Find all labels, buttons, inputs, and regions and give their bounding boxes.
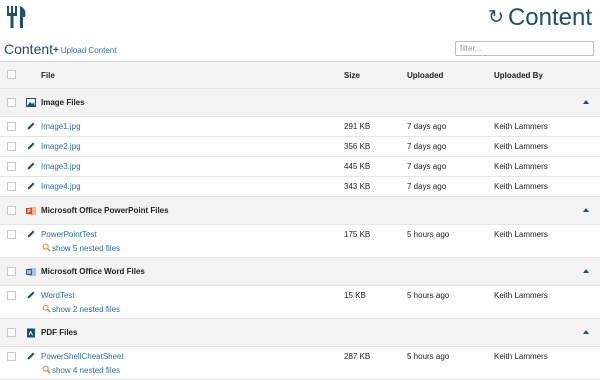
pencil-icon[interactable] <box>26 351 36 361</box>
file-link[interactable]: Image1.jpg <box>41 122 81 131</box>
nested-files-label: show 5 nested files <box>52 244 121 253</box>
pencil-icon[interactable] <box>26 161 36 171</box>
pencil-icon[interactable] <box>26 290 36 300</box>
page-title: ↻ Content <box>488 3 592 33</box>
pdf-icon <box>26 328 36 338</box>
uploaded-by: Keith Lammers <box>494 230 548 239</box>
row-checkbox[interactable] <box>7 352 16 361</box>
collapse-caret-icon[interactable] <box>583 100 589 104</box>
table-row[interactable]: PowerPointTest 175 KB 5 hours ago Keith Lam… <box>0 225 600 258</box>
uploaded-time: 7 days ago <box>407 122 447 131</box>
file-link[interactable]: Image3.jpg <box>41 162 81 171</box>
show-nested-files-link[interactable]: show 2 nested files <box>42 304 120 314</box>
sync-icon[interactable]: ↻ <box>488 7 504 28</box>
row-checkbox[interactable] <box>7 142 16 151</box>
row-checkbox[interactable] <box>7 162 16 171</box>
uploaded-by: Keith Lammers <box>494 352 548 361</box>
collapse-caret-icon[interactable] <box>583 330 589 334</box>
group-checkbox[interactable] <box>7 267 16 276</box>
image-icon <box>26 98 36 107</box>
file-size: 356 KB <box>344 142 371 151</box>
uploaded-by: Keith Lammers <box>494 182 548 191</box>
plus-icon: + <box>53 45 59 56</box>
collapse-caret-icon[interactable] <box>583 269 589 273</box>
table-header-row: File Size Uploaded Uploaded By <box>0 62 600 89</box>
powerpoint-icon: P <box>26 206 36 215</box>
collapse-caret-icon[interactable] <box>583 208 589 212</box>
uploaded-time: 5 hours ago <box>407 352 450 361</box>
upload-content-label: Upload Content <box>60 46 117 55</box>
column-header-uploaded-by[interactable]: Uploaded By <box>494 71 543 80</box>
content-table: File Size Uploaded Uploaded By Image Fil… <box>0 61 600 380</box>
top-bar: ↻ Content <box>0 0 600 38</box>
table-row[interactable]: Image3.jpg 445 KB 7 days ago Keith Lammers <box>0 157 600 177</box>
row-checkbox[interactable] <box>7 230 16 239</box>
pencil-icon[interactable] <box>26 181 36 191</box>
column-header-file[interactable]: File <box>41 71 55 80</box>
magnifier-icon <box>42 304 51 313</box>
uploaded-time: 7 days ago <box>407 142 447 151</box>
group-name: PDF Files <box>41 328 78 337</box>
column-header-size[interactable]: Size <box>344 71 360 80</box>
table-row[interactable]: PowerShellCheatSheet 287 KB 5 hours ago Kei… <box>0 347 600 380</box>
svg-text:W: W <box>27 270 32 276</box>
uploaded-by: Keith Lammers <box>494 122 548 131</box>
row-checkbox[interactable] <box>7 122 16 131</box>
nested-files-label: show 4 nested files <box>52 366 121 375</box>
filter-input[interactable] <box>455 41 594 56</box>
pencil-icon[interactable] <box>26 229 36 239</box>
uploaded-time: 5 hours ago <box>407 291 450 300</box>
column-header-uploaded[interactable]: Uploaded <box>407 71 443 80</box>
select-all-checkbox[interactable] <box>7 70 16 79</box>
file-link[interactable]: PowerShellCheatSheet <box>41 352 124 361</box>
group-row[interactable]: PDF Files <box>0 319 600 347</box>
group-checkbox[interactable] <box>7 98 16 107</box>
group-name: Microsoft Office PowerPoint Files <box>41 206 169 215</box>
pencil-icon[interactable] <box>26 121 36 131</box>
uploaded-time: 7 days ago <box>407 182 447 191</box>
file-link[interactable]: Image4.jpg <box>41 182 81 191</box>
file-size: 445 KB <box>344 162 371 171</box>
magnifier-icon <box>42 365 51 374</box>
file-link[interactable]: PowerPointTest <box>41 230 97 239</box>
show-nested-files-link[interactable]: show 5 nested files <box>42 243 120 253</box>
row-checkbox[interactable] <box>7 182 16 191</box>
uploaded-time: 5 hours ago <box>407 230 450 239</box>
group-row[interactable]: Image Files <box>0 89 600 117</box>
file-size: 291 KB <box>344 122 371 131</box>
fork-knife-icon[interactable] <box>6 5 28 29</box>
group-name: Image Files <box>41 98 85 107</box>
row-checkbox[interactable] <box>7 291 16 300</box>
file-size: 287 KB <box>344 352 371 361</box>
group-name: Microsoft Office Word Files <box>41 267 145 276</box>
table-row[interactable]: Image4.jpg 343 KB 7 days ago Keith Lammers <box>0 177 600 197</box>
section-title: Content <box>4 41 54 57</box>
word-icon: W <box>26 267 36 276</box>
group-row[interactable]: W Microsoft Office Word Files <box>0 258 600 286</box>
file-size: 15 KB <box>344 291 366 300</box>
show-nested-files-link[interactable]: show 4 nested files <box>42 365 120 375</box>
nested-files-label: show 2 nested files <box>52 305 121 314</box>
group-row[interactable]: P Microsoft Office PowerPoint Files <box>0 197 600 225</box>
file-link[interactable]: Image2.jpg <box>41 142 81 151</box>
page-title-text: Content <box>507 4 592 31</box>
group-checkbox[interactable] <box>7 328 16 337</box>
table-row[interactable]: WordTest 15 KB 5 hours ago Keith Lammers sho… <box>0 286 600 319</box>
pencil-icon[interactable] <box>26 141 36 151</box>
upload-content-button[interactable]: + Upload Content <box>53 45 116 56</box>
uploaded-time: 7 days ago <box>407 162 447 171</box>
uploaded-by: Keith Lammers <box>494 142 548 151</box>
file-size: 175 KB <box>344 230 371 239</box>
table-row[interactable]: Image2.jpg 356 KB 7 days ago Keith Lammers <box>0 137 600 157</box>
file-link[interactable]: WordTest <box>41 291 75 300</box>
file-size: 343 KB <box>344 182 371 191</box>
table-row[interactable]: Image1.jpg 291 KB 7 days ago Keith Lammers <box>0 117 600 137</box>
group-checkbox[interactable] <box>7 206 16 215</box>
uploaded-by: Keith Lammers <box>494 162 548 171</box>
magnifier-icon <box>42 243 51 252</box>
uploaded-by: Keith Lammers <box>494 291 548 300</box>
content-header: Content + Upload Content <box>0 40 600 60</box>
